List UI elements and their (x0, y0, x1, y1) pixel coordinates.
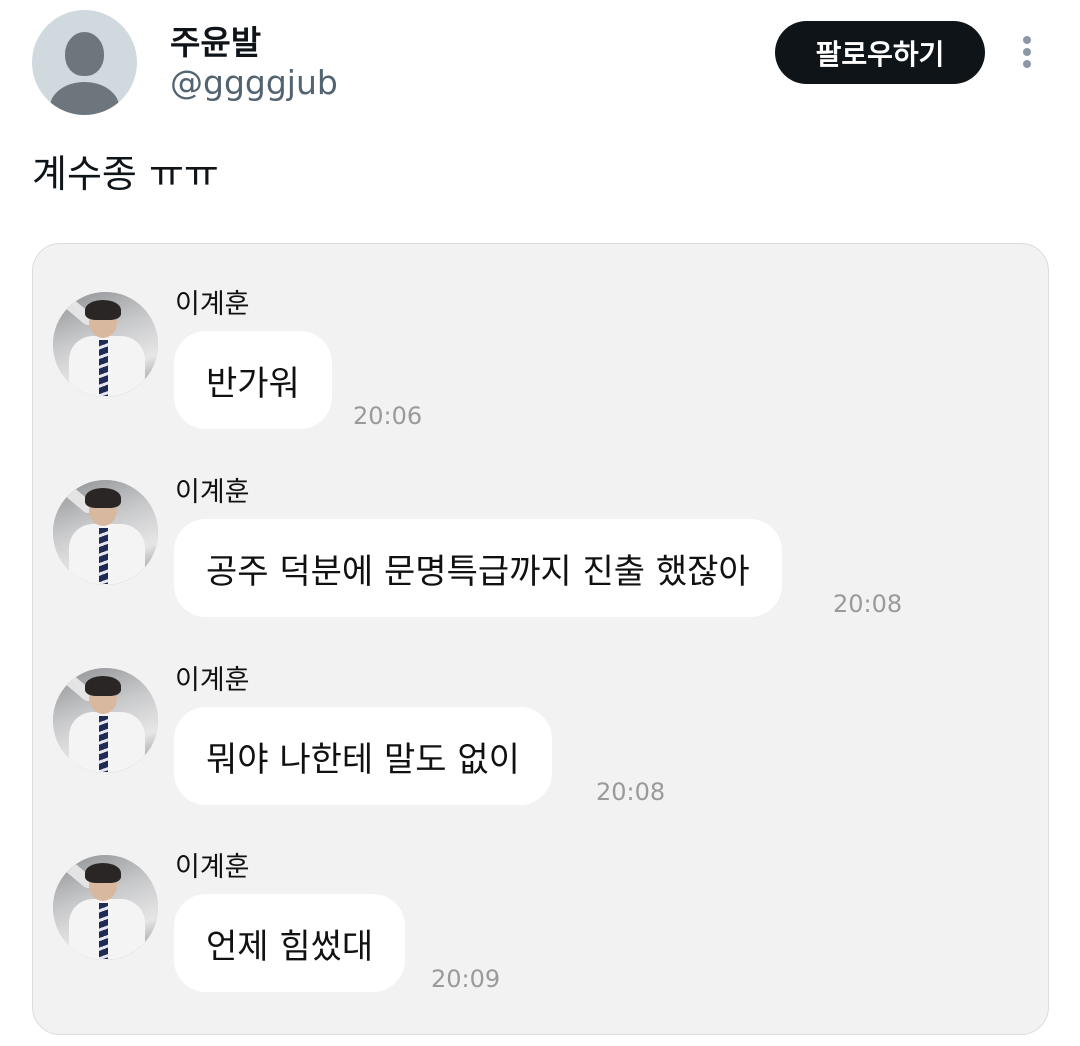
more-dot (1023, 48, 1031, 56)
chat-message: 이계훈 반가워 20:06 (33, 244, 1048, 430)
sender-avatar (53, 668, 158, 773)
display-name[interactable]: 주윤발 (170, 16, 261, 64)
message-bubble: 언제 힘썼대 (174, 894, 406, 992)
message-time: 20:08 (833, 590, 903, 618)
tweet-text: 계수종 ㅠㅠ (32, 152, 219, 196)
default-avatar-head (65, 32, 104, 76)
message-time: 20:06 (353, 402, 423, 430)
more-dot (1023, 60, 1031, 68)
sender-name: 이계훈 (175, 289, 250, 320)
follow-button[interactable]: 팔로우하기 (775, 21, 985, 84)
message-time: 20:09 (431, 965, 501, 993)
sender-avatar (53, 855, 158, 960)
chat-message: 이계훈 공주 덕분에 문명특급까지 진출 했잖아 20:08 (33, 432, 1048, 618)
sender-avatar (53, 292, 158, 397)
profile-avatar[interactable] (32, 10, 137, 115)
message-time: 20:08 (596, 778, 666, 806)
user-handle[interactable]: @ggggjub (170, 63, 338, 102)
sender-avatar (53, 480, 158, 585)
tweet-header: 주윤발 @ggggjub 팔로우하기 (0, 0, 1080, 130)
sender-name: 이계훈 (175, 665, 250, 696)
more-vertical-icon[interactable] (1010, 32, 1044, 72)
chat-message: 이계훈 언제 힘썼대 20:09 (33, 807, 1048, 993)
message-bubble: 반가워 (174, 331, 332, 429)
message-bubble: 뭐야 나한테 말도 없이 (174, 707, 552, 805)
default-avatar-body (50, 82, 119, 115)
chat-message: 이계훈 뭐야 나한테 말도 없이 20:08 (33, 620, 1048, 806)
message-bubble: 공주 덕분에 문명특급까지 진출 했잖아 (174, 519, 782, 617)
sender-name: 이계훈 (175, 852, 250, 883)
more-dot (1023, 36, 1031, 44)
sender-name: 이계훈 (175, 477, 250, 508)
tweet-media-image[interactable]: 이계훈 반가워 20:06 이계훈 공주 덕분에 문명특급까지 진출 했잖아 2… (32, 243, 1049, 1035)
